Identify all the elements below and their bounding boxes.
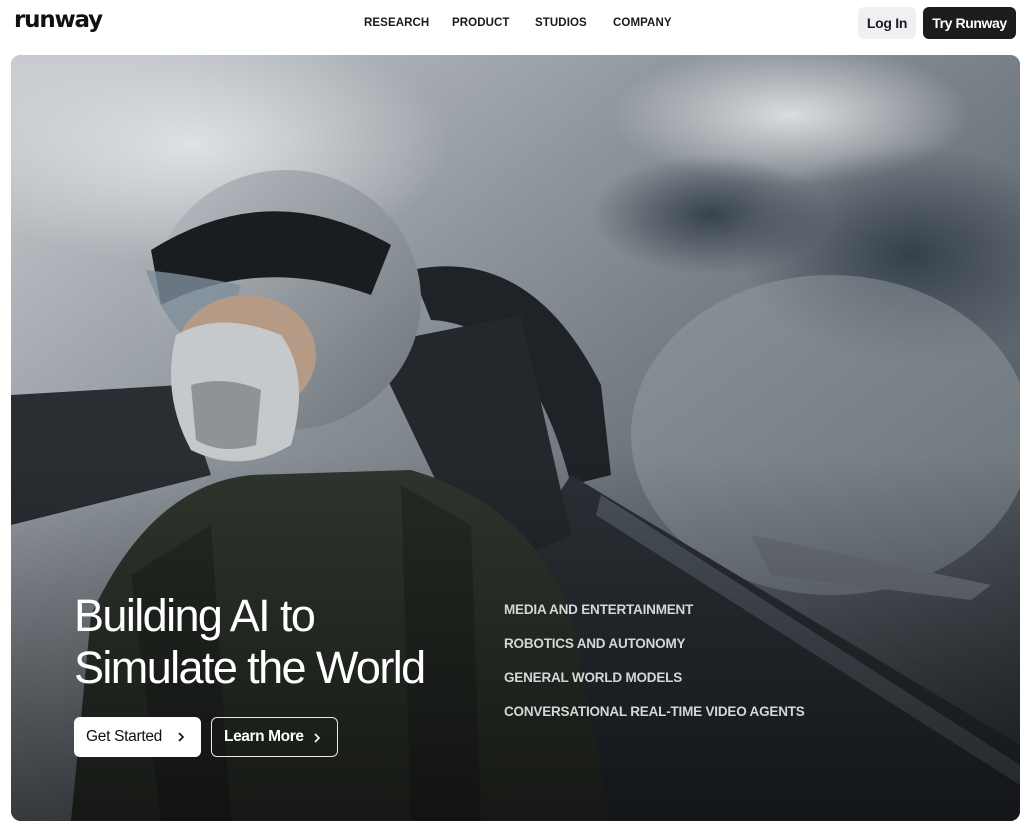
use-case-list: MEDIA AND ENTERTAINMENT ROBOTICS AND AUT… bbox=[504, 600, 805, 736]
chevron-right-icon bbox=[178, 732, 185, 742]
hero-headline: Building AI to Simulate the World bbox=[74, 590, 494, 694]
nav-studios[interactable]: STUDIOS bbox=[535, 17, 613, 29]
use-case-world-models[interactable]: GENERAL WORLD MODELS bbox=[504, 668, 805, 702]
nav-research[interactable]: RESEARCH bbox=[364, 17, 452, 29]
hero-section: Building AI to Simulate the World Get St… bbox=[11, 55, 1020, 821]
login-button[interactable]: Log In bbox=[858, 7, 916, 39]
headline-line-1: Building AI to bbox=[74, 590, 316, 641]
runway-logo[interactable]: runway bbox=[14, 7, 103, 33]
nav-company[interactable]: COMPANY bbox=[613, 17, 683, 29]
main-nav: RESEARCH PRODUCT STUDIOS COMPANY bbox=[364, 17, 683, 29]
use-case-video-agents[interactable]: CONVERSATIONAL REAL-TIME VIDEO AGENTS bbox=[504, 702, 805, 736]
learn-more-button[interactable]: Learn More bbox=[211, 717, 338, 757]
nav-product[interactable]: PRODUCT bbox=[452, 17, 535, 29]
use-case-media[interactable]: MEDIA AND ENTERTAINMENT bbox=[504, 600, 805, 634]
chevron-right-icon bbox=[314, 733, 321, 743]
try-runway-button[interactable]: Try Runway bbox=[923, 7, 1016, 39]
use-case-robotics[interactable]: ROBOTICS AND AUTONOMY bbox=[504, 634, 805, 668]
learn-more-label: Learn More bbox=[224, 728, 304, 745]
site-header: runway RESEARCH PRODUCT STUDIOS COMPANY … bbox=[0, 0, 1028, 50]
get-started-label: Get Started bbox=[86, 728, 162, 745]
headline-line-2: Simulate the World bbox=[74, 642, 426, 693]
get-started-button[interactable]: Get Started bbox=[74, 717, 201, 757]
